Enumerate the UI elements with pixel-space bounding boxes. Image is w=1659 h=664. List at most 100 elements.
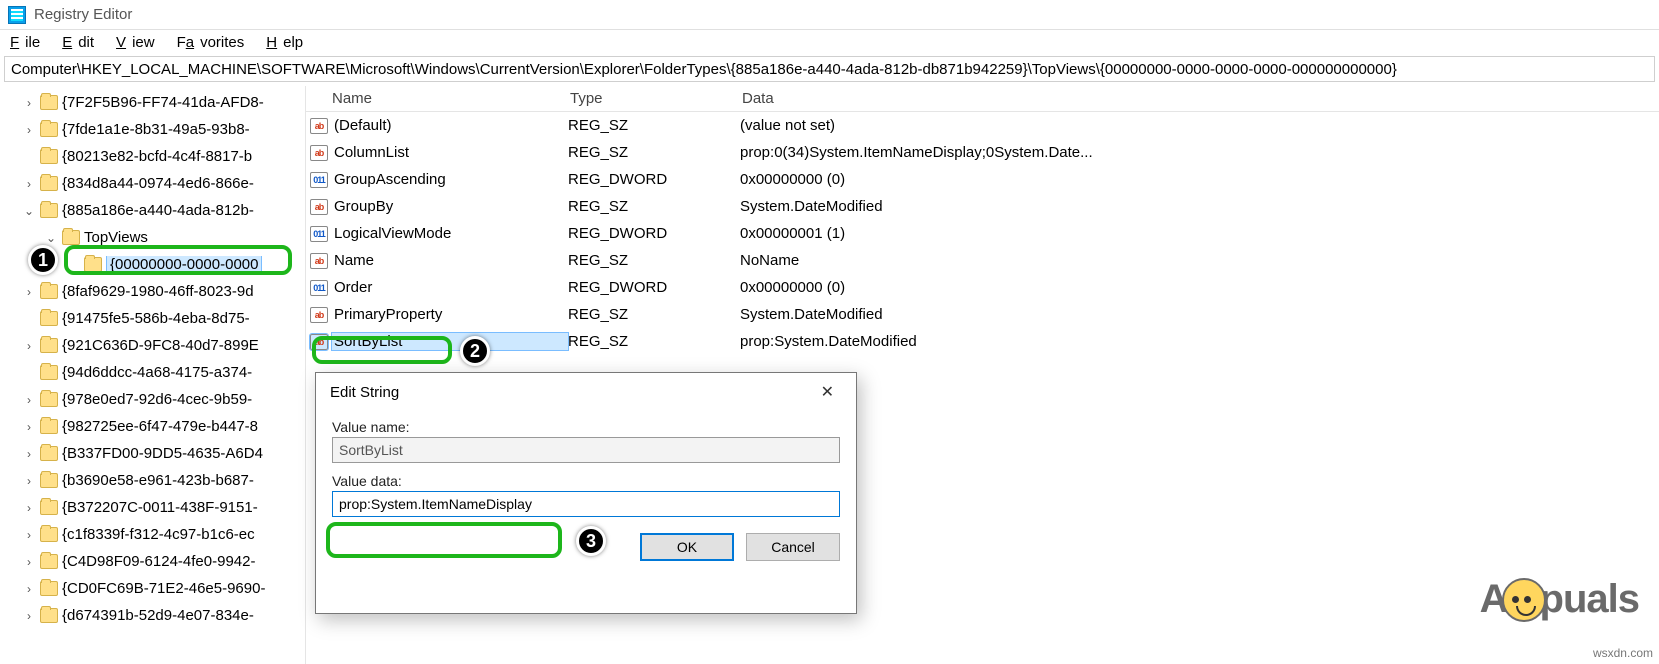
tree-item[interactable]: › {C4D98F09-6124-4fe0-9942- — [0, 548, 305, 575]
value-row[interactable]: GroupByREG_SZSystem.DateModified — [306, 193, 1659, 220]
expand-icon[interactable]: › — [22, 609, 36, 623]
expand-icon[interactable]: › — [22, 123, 36, 137]
folder-icon — [40, 527, 58, 542]
expand-icon[interactable]: ⌄ — [44, 231, 58, 245]
expand-icon[interactable]: › — [22, 447, 36, 461]
expand-icon[interactable]: › — [22, 420, 36, 434]
tree-item[interactable]: ›{B337FD00-9DD5-4635-A6D4 — [0, 440, 305, 467]
value-row[interactable]: GroupAscendingREG_DWORD0x00000000 (0) — [306, 166, 1659, 193]
folder-icon — [40, 149, 58, 164]
tree-item[interactable]: › {c1f8339f-f312-4c97-b1c6-ec — [0, 521, 305, 548]
tree-item[interactable]: ›{CD0FC69B-71E2-46e5-9690- — [0, 575, 305, 602]
value-data: 0x00000000 (0) — [740, 171, 1659, 188]
menu-file[interactable]: File — [4, 32, 52, 53]
value-type: REG_SZ — [568, 144, 740, 161]
tree-item-label: {c1f8339f-f312-4c97-b1c6-ec — [62, 526, 255, 543]
value-type: REG_SZ — [568, 306, 740, 323]
folder-icon — [40, 554, 58, 569]
value-data: NoName — [740, 252, 1659, 269]
expand-icon[interactable]: › — [22, 555, 36, 569]
string-value-icon — [310, 307, 328, 323]
tree-item[interactable]: ›{978e0ed7-92d6-4cec-9b59- — [0, 386, 305, 413]
tree-item[interactable]: ›{8faf9629-1980-46ff-8023-9d — [0, 278, 305, 305]
ok-button[interactable]: OK — [640, 533, 734, 561]
folder-icon — [40, 95, 58, 110]
menu-favorites[interactable]: Favorites — [171, 32, 257, 53]
tree-item[interactable]: ›{b3690e58-e961-423b-b687- — [0, 467, 305, 494]
tree-item-label: {94d6ddcc-4a68-4175-a374- — [62, 364, 252, 381]
expand-icon[interactable]: › — [22, 393, 36, 407]
tree-item-label: {834d8a44-0974-4ed6-866e- — [62, 175, 254, 192]
edit-string-dialog: Edit String ✕ Value name: Value data: OK… — [315, 372, 857, 614]
value-data-input[interactable] — [332, 491, 840, 517]
value-type: REG_SZ — [568, 117, 740, 134]
expand-icon[interactable]: › — [22, 177, 36, 191]
address-bar[interactable]: Computer\HKEY_LOCAL_MACHINE\SOFTWARE\Mic… — [4, 56, 1655, 82]
expand-icon[interactable]: › — [22, 501, 36, 515]
value-row[interactable]: PrimaryPropertyREG_SZSystem.DateModified — [306, 301, 1659, 328]
folder-icon — [62, 230, 80, 245]
folder-icon — [40, 365, 58, 380]
tree-item[interactable]: {80213e82-bcfd-4c4f-8817-b — [0, 143, 305, 170]
menu-help[interactable]: Help — [260, 32, 315, 53]
dword-value-icon — [310, 280, 328, 296]
value-row[interactable]: LogicalViewModeREG_DWORD0x00000001 (1) — [306, 220, 1659, 247]
expand-icon[interactable]: › — [22, 528, 36, 542]
close-icon[interactable]: ✕ — [813, 378, 842, 406]
folder-icon — [40, 419, 58, 434]
tree-item-label: {00000000-0000-0000 — [106, 256, 262, 273]
folder-icon — [40, 284, 58, 299]
tree-item[interactable]: › {7F2F5B96-FF74-41da-AFD8- — [0, 89, 305, 116]
value-name-input[interactable] — [332, 437, 840, 463]
header-data[interactable]: Data — [742, 90, 1659, 107]
tree-item-label: {80213e82-bcfd-4c4f-8817-b — [62, 148, 252, 165]
value-type: REG_DWORD — [568, 171, 740, 188]
folder-icon — [40, 473, 58, 488]
menu-view[interactable]: View — [110, 32, 167, 53]
value-type: REG_SZ — [568, 252, 740, 269]
value-name: GroupBy — [332, 198, 568, 215]
dword-value-icon — [310, 226, 328, 242]
tree-item[interactable]: › {834d8a44-0974-4ed6-866e- — [0, 170, 305, 197]
value-row[interactable]: SortByListREG_SZprop:System.DateModified — [306, 328, 1659, 355]
appuals-face-icon — [1502, 578, 1546, 622]
value-name: SortByList — [332, 333, 568, 350]
tree-item[interactable]: {91475fe5-586b-4eba-8d75- — [0, 305, 305, 332]
string-value-icon — [310, 199, 328, 215]
tree-item[interactable]: ›{B372207C-0011-438F-9151- — [0, 494, 305, 521]
tree-item[interactable]: ›{7fde1a1e-8b31-49a5-93b8- — [0, 116, 305, 143]
cancel-button[interactable]: Cancel — [746, 533, 840, 561]
tree-view[interactable]: › {7F2F5B96-FF74-41da-AFD8- ›{7fde1a1e-8b3… — [0, 86, 306, 664]
tree-item[interactable]: › {d674391b-52d9-4e07-834e- — [0, 602, 305, 629]
value-row[interactable]: NameREG_SZNoName — [306, 247, 1659, 274]
value-data: prop:System.DateModified — [740, 333, 1659, 350]
folder-icon — [40, 203, 58, 218]
tree-item-label: {C4D98F09-6124-4fe0-9942- — [62, 553, 255, 570]
value-row[interactable]: OrderREG_DWORD0x00000000 (0) — [306, 274, 1659, 301]
folder-icon — [40, 581, 58, 596]
value-data: System.DateModified — [740, 306, 1659, 323]
tree-item[interactable]: ›{982725ee-6f47-479e-b447-8 — [0, 413, 305, 440]
header-type[interactable]: Type — [570, 90, 742, 107]
value-row[interactable]: ColumnListREG_SZprop:0(34)System.ItemNam… — [306, 139, 1659, 166]
tree-item[interactable]: ⌄ {885a186e-a440-4ada-812b- — [0, 197, 305, 224]
string-value-icon — [310, 334, 328, 350]
value-row[interactable]: (Default)REG_SZ(value not set) — [306, 112, 1659, 139]
tree-item-label: {d674391b-52d9-4e07-834e- — [62, 607, 254, 624]
value-name: LogicalViewMode — [332, 225, 568, 242]
tree-item-label: {885a186e-a440-4ada-812b- — [62, 202, 254, 219]
tree-item-label: {7F2F5B96-FF74-41da-AFD8- — [62, 94, 264, 111]
expand-icon[interactable]: › — [22, 339, 36, 353]
tree-item[interactable]: ›{921C636D-9FC8-40d7-899E — [0, 332, 305, 359]
expand-icon[interactable]: ⌄ — [22, 204, 36, 218]
value-name: PrimaryProperty — [332, 306, 568, 323]
header-name[interactable]: Name — [306, 90, 570, 107]
tree-item-label: {91475fe5-586b-4eba-8d75- — [62, 310, 250, 327]
expand-icon[interactable]: › — [22, 96, 36, 110]
list-header[interactable]: Name Type Data — [306, 86, 1659, 112]
tree-item[interactable]: {94d6ddcc-4a68-4175-a374- — [0, 359, 305, 386]
expand-icon[interactable]: › — [22, 285, 36, 299]
expand-icon[interactable]: › — [22, 582, 36, 596]
menu-edit[interactable]: Edit — [56, 32, 106, 53]
expand-icon[interactable]: › — [22, 474, 36, 488]
